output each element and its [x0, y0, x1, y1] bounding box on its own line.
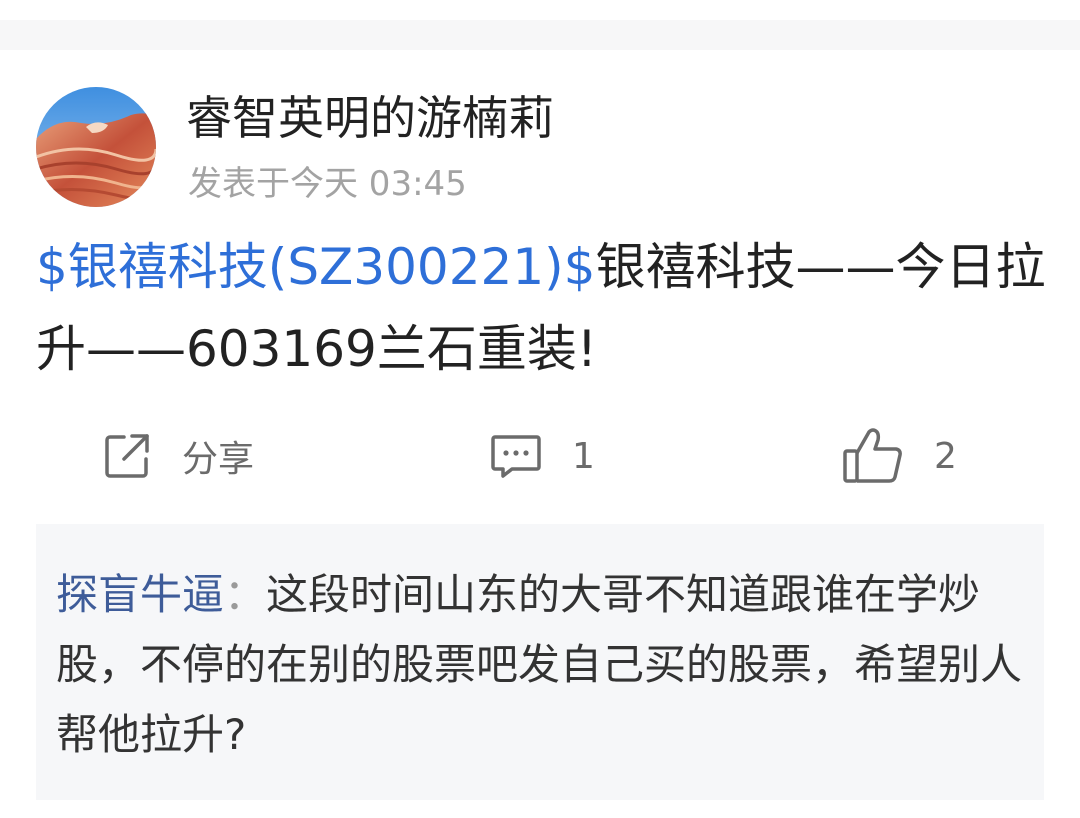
share-icon	[102, 431, 152, 481]
post-timestamp: 发表于今天 03:45	[188, 164, 467, 204]
post-content: $银禧科技(SZ300221)$银禧科技——今日拉升——603169兰石重装!	[36, 226, 1046, 390]
share-label: 分享	[182, 439, 255, 480]
comment-button[interactable]: 1	[490, 428, 595, 484]
top-white-strip	[0, 0, 1080, 20]
comment-icon	[490, 433, 542, 479]
thumbs-up-icon	[842, 427, 904, 485]
share-button[interactable]: 分享	[102, 428, 254, 484]
comment-text: 探盲牛逼：这段时间山东的大哥不知道跟谁在学炒股，不停的在别的股票吧发自己买的股票…	[56, 560, 1026, 770]
comment-count: 1	[572, 435, 595, 477]
avatar-image	[36, 87, 156, 207]
author-name[interactable]: 睿智英明的游楠莉	[186, 88, 554, 148]
like-count: 2	[934, 435, 957, 477]
commenter-name[interactable]: 探盲牛逼	[56, 570, 224, 619]
like-button[interactable]: 2	[842, 428, 957, 484]
comment-separator: ：	[224, 570, 267, 619]
avatar[interactable]	[36, 87, 156, 207]
top-divider-band	[0, 0, 1080, 50]
stock-link[interactable]: $银禧科技(SZ300221)$	[36, 238, 596, 296]
comment-preview[interactable]: 探盲牛逼：这段时间山东的大哥不知道跟谁在学炒股，不停的在别的股票吧发自己买的股票…	[36, 524, 1044, 800]
